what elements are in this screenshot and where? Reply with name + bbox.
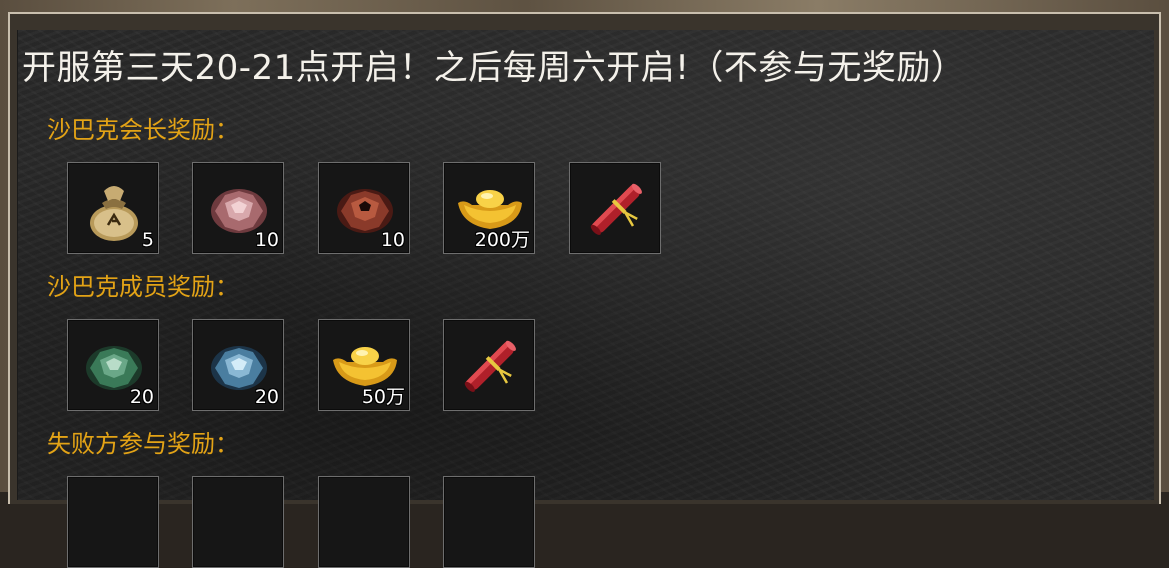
section-label-loser: 失败方参与奖励：: [47, 430, 239, 458]
reward-slot[interactable]: 20: [192, 319, 284, 411]
section-label-leader: 沙巴克会长奖励：: [47, 116, 239, 144]
item-quantity: 200万: [474, 229, 530, 251]
item-quantity: 10: [380, 229, 405, 251]
reward-slot[interactable]: 10: [318, 162, 410, 254]
item-quantity: 20: [254, 386, 279, 408]
money-bag-icon: [90, 186, 138, 241]
reward-slot[interactable]: [192, 476, 284, 568]
item-quantity: 10: [254, 229, 279, 251]
reward-slot[interactable]: 10: [192, 162, 284, 254]
red-scroll-icon: [464, 340, 516, 392]
event-title: 开服第三天20-21点开启！之后每周六开启!（不参与无奖励）: [22, 48, 966, 88]
reward-slot[interactable]: 5: [67, 162, 159, 254]
reward-slot[interactable]: 200万: [443, 162, 535, 254]
reward-slot[interactable]: [569, 162, 661, 254]
reward-slot[interactable]: [318, 476, 410, 568]
reward-slot[interactable]: 50万: [318, 319, 410, 411]
window-frame: 开服第三天20-21点开启！之后每周六开启!（不参与无奖励） 沙巴克会长奖励： …: [0, 0, 1169, 568]
reward-slot[interactable]: [443, 319, 535, 411]
item-quantity: 5: [141, 229, 154, 251]
reward-slot[interactable]: [67, 476, 159, 568]
item-quantity: 50万: [361, 386, 405, 408]
reward-slot[interactable]: 20: [67, 319, 159, 411]
red-scroll-icon: [590, 183, 642, 235]
item-quantity: 20: [129, 386, 154, 408]
reward-slot[interactable]: [443, 476, 535, 568]
section-label-member: 沙巴克成员奖励：: [47, 273, 239, 301]
